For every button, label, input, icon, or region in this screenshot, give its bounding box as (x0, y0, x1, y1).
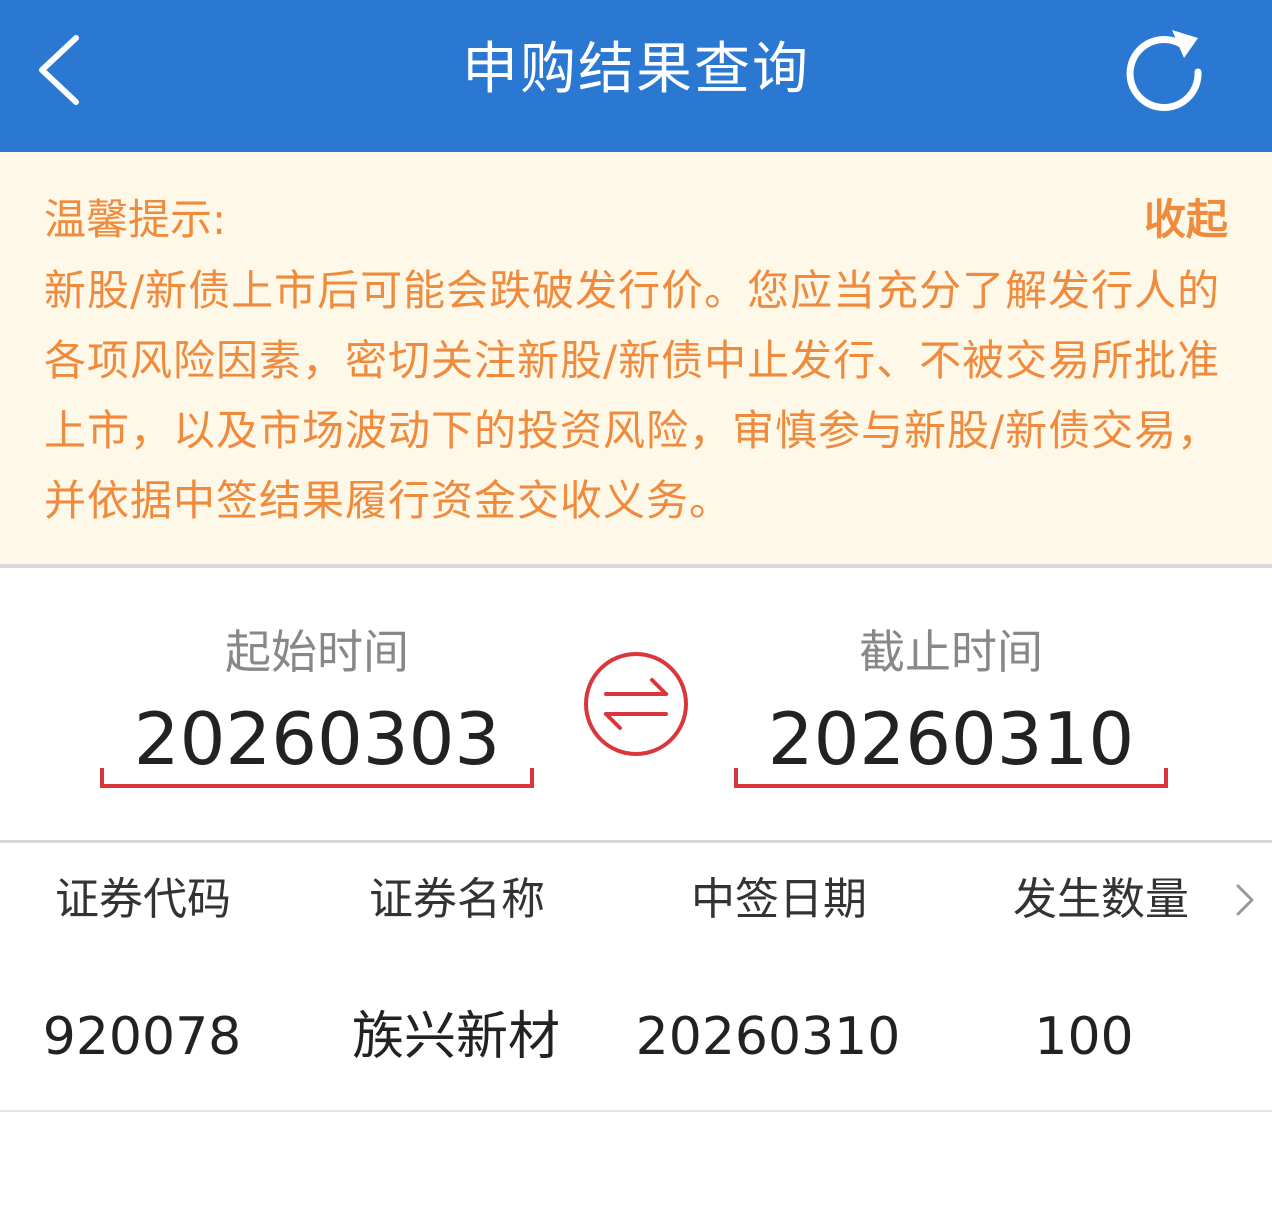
refresh-icon (1126, 30, 1202, 111)
more-columns-button[interactable] (1226, 880, 1262, 920)
warning-notice: 温馨提示: 收起 新股/新债上市后可能会跌破发行价。您应当充分了解发行人的各项风… (0, 152, 1272, 564)
page-title: 申购结果查询 (462, 37, 810, 102)
end-date-underline (734, 768, 1168, 788)
notice-label: 温馨提示: (44, 195, 227, 244)
column-header-name: 证券名称 (369, 874, 545, 925)
collapse-button[interactable]: 收起 (1144, 190, 1228, 250)
column-header-quantity: 发生数量 (1013, 874, 1189, 925)
divider (0, 840, 1272, 843)
column-header-date: 中签日期 (691, 874, 867, 925)
cell-code: 920078 (42, 1007, 242, 1067)
swap-dates-button[interactable] (582, 650, 690, 758)
cell-quantity: 100 (1034, 1007, 1134, 1067)
cell-name: 族兴新材 (351, 1007, 560, 1067)
cell-date: 20260310 (635, 1007, 901, 1067)
divider (0, 1110, 1272, 1112)
end-date-label: 截止时间 (859, 625, 1043, 679)
column-header-code: 证券代码 (55, 874, 231, 925)
top-bar: 申购结果查询 (0, 0, 1272, 152)
refresh-button[interactable] (1122, 22, 1208, 112)
divider (0, 564, 1272, 568)
chevron-right-icon (1236, 884, 1254, 916)
start-date-label: 起始时间 (225, 625, 409, 679)
start-date-underline (100, 768, 534, 788)
swap-arrows-icon (584, 652, 688, 756)
notice-text: 新股/新债上市后可能会跌破发行价。您应当充分了解发行人的各项风险因素，密切关注新… (44, 266, 1221, 525)
